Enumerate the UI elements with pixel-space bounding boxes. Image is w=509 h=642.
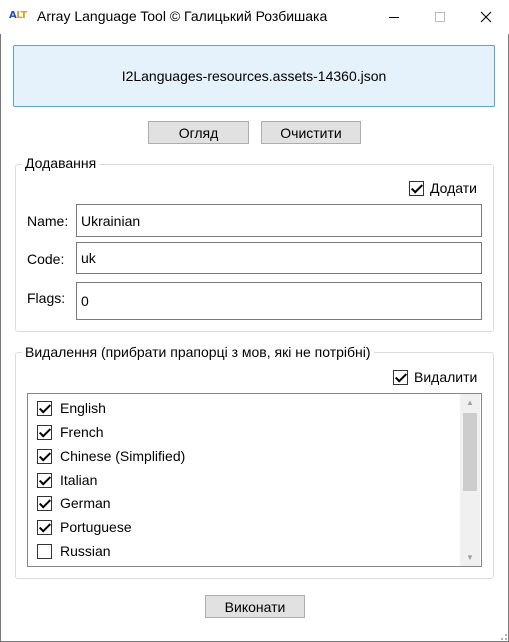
run-button[interactable]: Виконати (205, 595, 305, 618)
language-label: Chinese (Simplified) (60, 448, 186, 464)
add-enable-label: Додати (430, 180, 477, 196)
app-logo-icon: ALT (9, 10, 27, 21)
list-item[interactable]: Chinese (Simplified) (37, 445, 185, 467)
language-label: English (60, 400, 106, 416)
browse-button[interactable]: Огляд (148, 121, 249, 144)
flags-input[interactable]: 0 (76, 282, 482, 320)
checkbox-icon[interactable] (37, 448, 52, 464)
code-input[interactable]: uk (76, 242, 482, 274)
checkbox-icon[interactable] (37, 472, 52, 488)
language-label: Italian (60, 472, 98, 488)
list-item[interactable]: Portuguese (37, 516, 132, 538)
checkbox-icon[interactable] (409, 180, 424, 196)
delete-group-title: Видалення (прибрати прапорці з мов, які … (22, 344, 374, 360)
checkbox-icon[interactable] (37, 519, 52, 535)
language-list[interactable]: English French Chinese (Simplified) Ital… (27, 393, 482, 567)
name-input[interactable]: Ukrainian (76, 204, 482, 237)
file-name: I2Languages-resources.assets-14360.json (121, 68, 387, 84)
checkbox-icon[interactable] (37, 543, 52, 559)
delete-enable-label: Видалити (414, 369, 478, 385)
list-item[interactable]: French (37, 421, 104, 443)
language-label: German (60, 495, 111, 511)
list-item[interactable]: Italian (37, 469, 97, 491)
checkbox-icon[interactable] (37, 400, 52, 416)
title-bar[interactable]: ALT Array Language Tool © Галицький Розб… (0, 0, 509, 34)
clear-button[interactable]: Очистити (261, 121, 361, 144)
checkbox-icon[interactable] (37, 495, 52, 511)
list-item[interactable]: English (37, 397, 106, 419)
chevron-up-icon[interactable]: ▲ (460, 394, 480, 411)
minimize-button[interactable] (371, 0, 417, 34)
list-scrollbar[interactable]: ▲ ▼ (460, 394, 480, 566)
maximize-icon (435, 12, 445, 22)
minimize-icon (389, 16, 399, 18)
scroll-thumb[interactable] (463, 413, 477, 491)
name-label: Name: (27, 213, 69, 229)
delete-enable-checkbox[interactable]: Видалити (393, 369, 477, 385)
language-label: Russian (60, 543, 111, 559)
code-label: Code: (27, 251, 65, 267)
add-enable-checkbox[interactable]: Додати (409, 180, 477, 196)
list-item[interactable]: Russian (37, 540, 111, 562)
add-group-title: Додавання (22, 155, 100, 171)
checkbox-icon[interactable] (37, 424, 52, 440)
file-drop-area[interactable]: I2Languages-resources.assets-14360.json (13, 45, 495, 107)
resize-grip-icon[interactable] (497, 630, 507, 640)
language-label: Portuguese (60, 519, 132, 535)
list-item[interactable]: German (37, 492, 111, 514)
flags-label: Flags: (27, 290, 66, 306)
language-label: French (60, 424, 104, 440)
close-button[interactable] (463, 0, 509, 34)
window-title: Array Language Tool © Галицький Розбишак… (37, 8, 328, 24)
maximize-button (417, 0, 463, 34)
chevron-down-icon[interactable]: ▼ (460, 549, 480, 566)
close-icon (480, 11, 492, 23)
checkbox-icon[interactable] (393, 369, 408, 385)
